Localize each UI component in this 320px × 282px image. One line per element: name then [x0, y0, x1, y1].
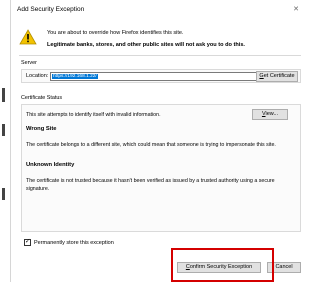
wrong-site-heading: Wrong Site [26, 126, 57, 132]
warning-triangle-icon [19, 29, 37, 45]
unknown-identity-heading: Unknown Identity [26, 162, 75, 168]
highlight-box [171, 248, 274, 282]
location-value: https://192.168.1.22/ [52, 74, 98, 79]
warning-message: You are about to override how Firefox id… [47, 30, 184, 36]
dialog-titlebar: Add Security Exception ✕ [11, 0, 305, 20]
get-certificate-button[interactable]: Get Certificate [256, 71, 298, 82]
close-icon[interactable]: ✕ [293, 0, 299, 20]
background-text-fragment [2, 124, 5, 136]
unknown-identity-text: The certificate is not trusted because i… [26, 178, 275, 192]
background-window-edge [0, 0, 10, 282]
permanent-store-label: ermanently store this exception [37, 239, 114, 246]
permanent-store-option[interactable]: Permanently store this exception [24, 237, 114, 246]
location-input[interactable]: https://192.168.1.22/ [50, 72, 262, 81]
dialog-title: Add Security Exception [17, 6, 85, 13]
permanent-store-checkbox[interactable] [24, 237, 31, 246]
background-text-fragment [2, 188, 5, 200]
status-intro: This site attempts to identify itself wi… [26, 112, 161, 118]
view-button[interactable]: View... [252, 109, 288, 120]
warning-emphasis: Legitimate banks, stores, and other publ… [47, 42, 245, 48]
divider [19, 55, 301, 56]
background-text-fragment [2, 88, 5, 102]
wrong-site-text: The certificate belongs to a different s… [26, 142, 276, 148]
certificate-status-section: This site attempts to identify itself wi… [21, 104, 301, 232]
certificate-status-label: Certificate Status [21, 95, 63, 101]
server-section-label: Server [21, 60, 37, 66]
location-label: Location: [26, 73, 49, 79]
add-security-exception-dialog: Add Security Exception ✕ You are about t… [10, 0, 305, 282]
get-certificate-label: et Certificate [263, 73, 295, 79]
view-label: iew... [265, 111, 279, 117]
